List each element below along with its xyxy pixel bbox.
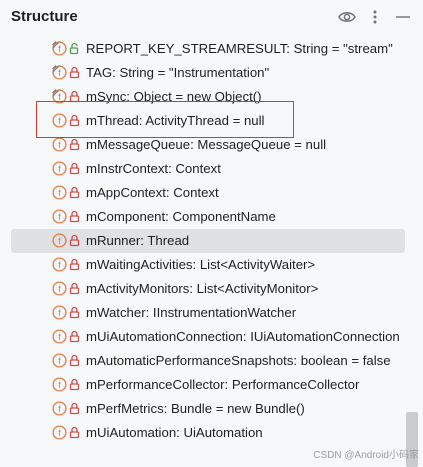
tree-item-label: mInstrContext: Context [86, 161, 221, 176]
field-icon: f [52, 305, 67, 320]
more-vertical-icon[interactable] [365, 7, 385, 27]
tree-item[interactable]: f mUiAutomationConnection: IUiAutomationC… [0, 325, 423, 349]
structure-tree: f REPORT_KEY_STREAMRESULT: String = "stre… [0, 37, 423, 445]
tree-item-label: mAppContext: Context [86, 185, 219, 200]
tree-item-label: mMessageQueue: MessageQueue = null [86, 137, 327, 152]
minimize-icon[interactable] [393, 7, 413, 27]
field-icon: f [52, 377, 67, 392]
field-icon: f [52, 425, 67, 440]
svg-text:f: f [58, 212, 61, 222]
lock-icon [69, 330, 80, 343]
tree-item[interactable]: f mUiAutomation: UiAutomation [0, 421, 423, 445]
tree-item-label: mWatcher: IInstrumentationWatcher [86, 305, 297, 320]
tree-item-label: mUiAutomation: UiAutomation [86, 425, 263, 440]
field-icon: f [52, 209, 67, 224]
svg-text:f: f [58, 356, 61, 366]
svg-text:f: f [58, 140, 61, 150]
lock-icon [69, 258, 80, 271]
tree-item[interactable]: f mRunner: Thread [11, 229, 405, 253]
header-toolbar [337, 7, 413, 27]
svg-text:f: f [58, 308, 61, 318]
tree-item[interactable]: f TAG: String = "Instrumentation" [0, 61, 423, 85]
svg-text:f: f [58, 380, 61, 390]
tree-item-label: mRunner: Thread [86, 233, 190, 248]
static-field-icon: f [52, 41, 67, 56]
svg-text:f: f [58, 44, 61, 54]
svg-text:f: f [58, 284, 61, 294]
svg-text:f: f [58, 428, 61, 438]
public-icon [69, 42, 80, 55]
lock-icon [69, 426, 80, 439]
structure-panel: Structure f REPORT_KEY_STREAMRESULT: Str… [0, 0, 423, 467]
svg-text:f: f [58, 332, 61, 342]
field-icon: f [52, 401, 67, 416]
svg-text:f: f [58, 236, 61, 246]
field-icon: f [52, 329, 67, 344]
tree-item[interactable]: f mPerfMetrics: Bundle = new Bundle() [0, 397, 423, 421]
field-icon: f [52, 257, 67, 272]
tree-item[interactable]: f mActivityMonitors: List<ActivityMonitor… [0, 277, 423, 301]
watermark: CSDN @Android小码家 [313, 450, 419, 461]
field-icon: f [52, 281, 67, 296]
lock-icon [69, 162, 80, 175]
tree-item[interactable]: f mWatcher: IInstrumentationWatcher [0, 301, 423, 325]
panel-title: Structure [11, 8, 78, 25]
field-icon: f [52, 137, 67, 152]
lock-icon [69, 66, 80, 79]
tree-item-label: TAG: String = "Instrumentation" [86, 65, 270, 80]
lock-icon [69, 138, 80, 151]
svg-text:f: f [58, 404, 61, 414]
static-field-icon: f [52, 65, 67, 80]
lock-icon [69, 354, 80, 367]
tree-item-label: mPerfMetrics: Bundle = new Bundle() [86, 401, 305, 416]
lock-icon [69, 402, 80, 415]
tree-item[interactable]: f REPORT_KEY_STREAMRESULT: String = "stre… [0, 37, 423, 61]
lock-icon [69, 186, 80, 199]
tree-item[interactable]: f mPerformanceCollector: PerformanceColle… [0, 373, 423, 397]
svg-text:f: f [58, 260, 61, 270]
lock-icon [69, 378, 80, 391]
svg-text:f: f [58, 68, 61, 78]
tree-item-label: mComponent: ComponentName [86, 209, 276, 224]
tree-item-label: mActivityMonitors: List<ActivityMonitor> [86, 281, 319, 296]
lock-icon [69, 210, 80, 223]
field-icon: f [52, 353, 67, 368]
annotation-highlight-box [36, 101, 294, 138]
svg-text:f: f [58, 164, 61, 174]
svg-text:f: f [58, 188, 61, 198]
tree-item-label: mUiAutomationConnection: IUiAutomationCo… [86, 329, 400, 344]
lock-icon [69, 282, 80, 295]
tree-item[interactable]: f mWaitingActivities: List<ActivityWaiter… [0, 253, 423, 277]
tree-item[interactable]: f mAutomaticPerformanceSnapshots: boolean… [0, 349, 423, 373]
eye-icon[interactable] [337, 7, 357, 27]
field-icon: f [52, 185, 67, 200]
tree-item[interactable]: f mInstrContext: Context [0, 157, 423, 181]
tree-item[interactable]: f mAppContext: Context [0, 181, 423, 205]
field-icon: f [52, 161, 67, 176]
tree-item-label: mPerformanceCollector: PerformanceCollec… [86, 377, 360, 392]
tree-item[interactable]: f mComponent: ComponentName [0, 205, 423, 229]
field-icon: f [52, 233, 67, 248]
tree-item-label: mWaitingActivities: List<ActivityWaiter> [86, 257, 316, 272]
tree-item-label: REPORT_KEY_STREAMRESULT: String = "strea… [86, 41, 393, 56]
lock-icon [69, 306, 80, 319]
panel-header: Structure [0, 0, 423, 36]
lock-icon [69, 234, 80, 247]
tree-item-label: mAutomaticPerformanceSnapshots: boolean … [86, 353, 391, 368]
